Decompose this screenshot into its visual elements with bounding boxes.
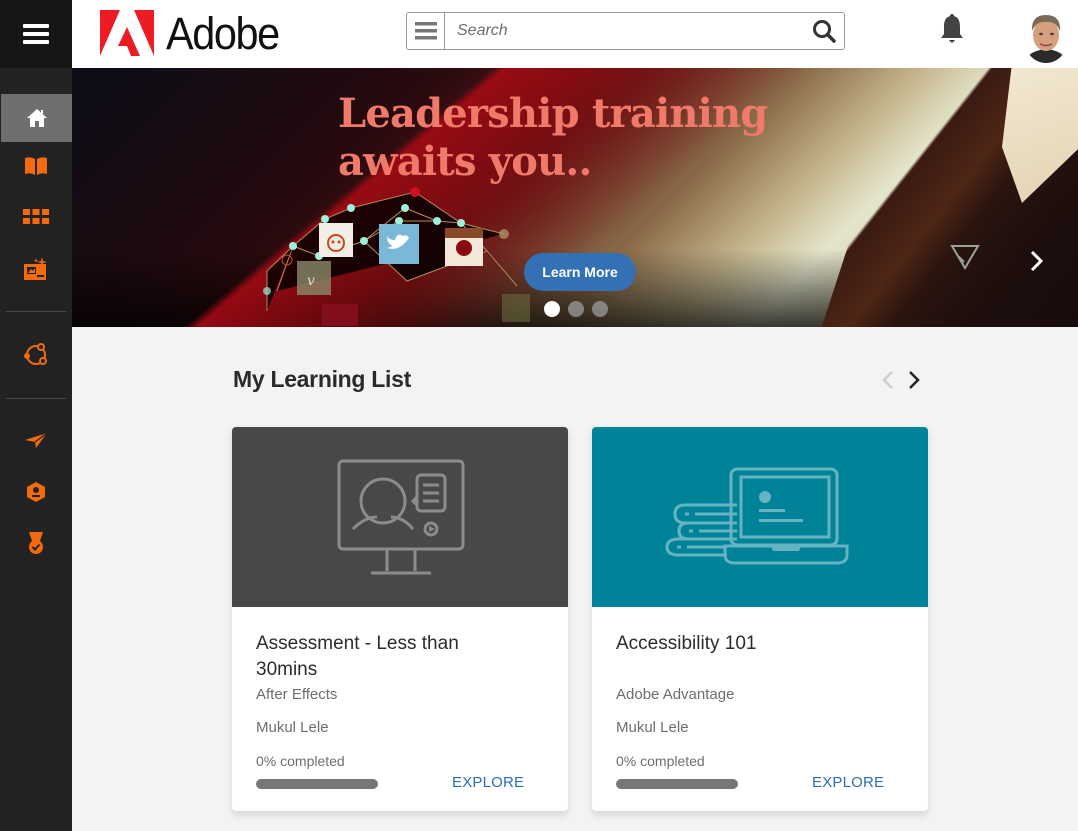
list-prev-button[interactable]: [880, 369, 896, 396]
sidebar-item-home[interactable]: [1, 94, 72, 142]
adobe-logo[interactable]: Adobe: [100, 10, 289, 56]
chevron-right-icon: [909, 371, 920, 389]
course-thumbnail[interactable]: [592, 427, 928, 607]
learn-more-button[interactable]: Learn More: [524, 253, 636, 291]
sidebar-item-catalog[interactable]: [0, 142, 72, 190]
user-badge-icon: [27, 482, 45, 502]
sidebar-item-recommendations[interactable]: [0, 245, 72, 293]
progress-bar: [616, 779, 738, 789]
menu-icon: [23, 24, 49, 44]
adobe-logo-icon: [100, 10, 154, 56]
paper-plane-icon: [25, 432, 48, 448]
avatar-photo: [1023, 9, 1069, 63]
banner-triangle-button[interactable]: [950, 244, 980, 275]
top-header: Adobe: [72, 0, 1078, 68]
bell-icon: [941, 14, 963, 43]
explore-link[interactable]: EXPLORE: [812, 774, 884, 791]
user-avatar[interactable]: [1023, 9, 1069, 63]
banner-headline: Leadership training awaits you..: [338, 90, 768, 186]
course-title[interactable]: Accessibility 101: [616, 631, 856, 657]
grid-icon: [23, 209, 49, 224]
sidebar-item-badges[interactable]: [0, 519, 72, 567]
progress-bar: [256, 779, 378, 789]
search-input[interactable]: [445, 13, 804, 49]
list-next-button[interactable]: [906, 369, 922, 396]
course-category: After Effects: [256, 686, 338, 703]
laptop-books-icon: [665, 467, 849, 565]
social-network-illustration: v: [263, 187, 530, 326]
chevron-right-icon: [1030, 250, 1044, 272]
book-icon: [25, 157, 47, 175]
hamburger-menu-button[interactable]: [0, 0, 72, 68]
sidebar-item-my-learning[interactable]: [0, 193, 72, 241]
banner-headline-line2: awaits you..: [338, 138, 592, 185]
course-author: Mukul Lele: [616, 719, 689, 736]
search-menu-button[interactable]: [407, 13, 445, 49]
search-button[interactable]: [804, 13, 844, 49]
search-icon: [813, 20, 836, 43]
carousel-indicators: [544, 301, 608, 317]
progress-label: 0% completed: [256, 753, 345, 769]
chevron-left-icon: [882, 371, 893, 389]
sidebar: [0, 0, 72, 831]
home-icon: [26, 109, 47, 127]
course-author: Mukul Lele: [256, 719, 329, 736]
notifications-button[interactable]: [940, 13, 964, 50]
social-network-icon: [24, 343, 47, 365]
svg-text:v: v: [307, 273, 315, 289]
course-card: Accessibility 101 Adobe Advantage Mukul …: [592, 427, 928, 811]
sidebar-item-profile[interactable]: [0, 468, 72, 516]
course-thumbnail[interactable]: [232, 427, 568, 607]
banner-next-button[interactable]: [1027, 248, 1047, 279]
carousel-dot-1[interactable]: [544, 301, 560, 317]
medal-icon: [29, 532, 43, 554]
explore-link[interactable]: EXPLORE: [452, 774, 524, 791]
search-bar: [406, 12, 845, 50]
sidebar-divider: [6, 398, 66, 399]
logo-text: Adobe: [166, 7, 280, 59]
course-category: Adobe Advantage: [616, 686, 735, 703]
sidebar-item-send[interactable]: [0, 416, 72, 464]
course-card: Assessment - Less than 30mins After Effe…: [232, 427, 568, 811]
banner-headline-line1: Leadership training: [338, 90, 768, 137]
carousel-dot-2[interactable]: [568, 301, 584, 317]
sidebar-item-social[interactable]: [0, 331, 72, 379]
sidebar-divider: [6, 311, 66, 312]
course-title[interactable]: Assessment - Less than 30mins: [256, 631, 496, 683]
monitor-presenter-icon: [337, 459, 465, 575]
menu-icon: [414, 22, 437, 40]
sparkle-image-icon: [24, 257, 47, 280]
section-title: My Learning List: [233, 366, 411, 392]
triangle-down-icon: [950, 245, 980, 270]
progress-label: 0% completed: [616, 753, 705, 769]
hero-banner: v Leadership training awaits you.. Learn…: [72, 68, 1078, 327]
carousel-dot-3[interactable]: [592, 301, 608, 317]
